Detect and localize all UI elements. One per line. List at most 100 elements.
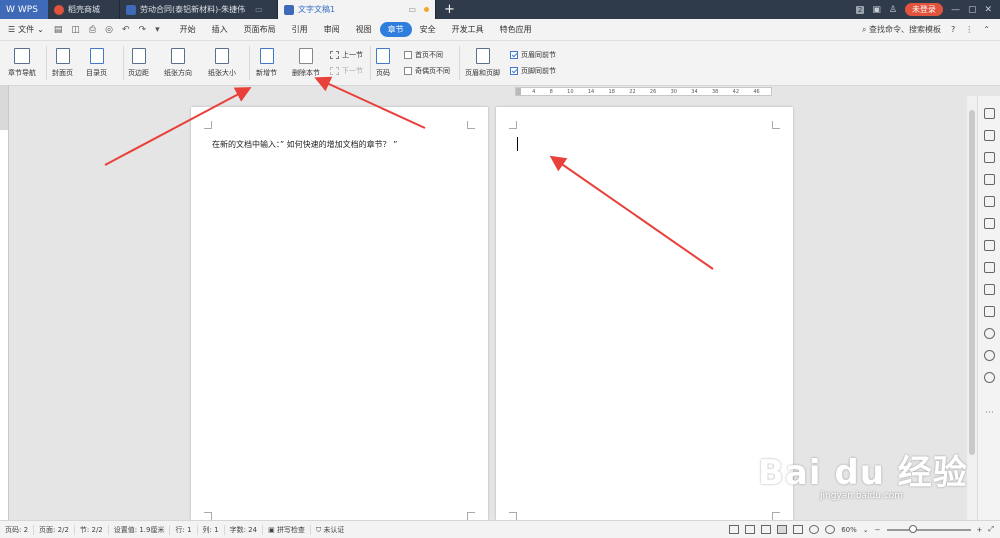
scrollbar-thumb[interactable] xyxy=(969,110,975,455)
zoom-slider[interactable] xyxy=(886,524,971,533)
help-icon[interactable] xyxy=(984,372,995,383)
tab-developer[interactable]: 开发工具 xyxy=(444,22,492,37)
fullscreen-icon[interactable] xyxy=(729,525,740,534)
tab-home[interactable]: 开始 xyxy=(172,22,204,37)
status-col[interactable]: 列: 1 xyxy=(198,524,225,535)
login-button[interactable]: 未登录 xyxy=(904,3,943,16)
odd-even-different-checkbox[interactable]: 奇偶页不同 xyxy=(404,66,450,76)
skin-icon[interactable]: ▣ xyxy=(872,5,881,15)
wps-logo[interactable]: W WPS xyxy=(0,0,48,19)
footer-same-as-previous-checkbox[interactable]: 页脚同前节 xyxy=(510,66,556,76)
page-margin-button[interactable]: 页边距 xyxy=(128,48,149,78)
header-same-as-previous-checkbox[interactable]: 页眉同前节 xyxy=(510,50,556,60)
close-icon[interactable]: ✕ xyxy=(984,5,992,15)
history-icon[interactable] xyxy=(984,350,995,361)
tab-references[interactable]: 引用 xyxy=(284,22,316,37)
first-page-different-checkbox[interactable]: 首页不同 xyxy=(404,50,443,60)
document-text[interactable]: 在新的文档中输入：” 如何快速的增加文档的章节？ ” xyxy=(212,139,397,150)
new-section-button[interactable]: 新增节 xyxy=(256,48,277,78)
maximize-icon[interactable]: ▢ xyxy=(968,5,977,15)
doc-search-icon[interactable] xyxy=(984,196,995,207)
page-1[interactable]: 在新的文档中输入：” 如何快速的增加文档的章节？ ” xyxy=(191,107,488,520)
more-icon[interactable]: ⋮ xyxy=(965,25,973,34)
ribbon-divider xyxy=(46,46,47,80)
reading-mode-icon[interactable] xyxy=(745,525,756,534)
shirt-icon[interactable]: ♙ xyxy=(889,5,897,15)
web-view-icon[interactable] xyxy=(809,525,820,534)
customize-icon[interactable]: ▾ xyxy=(155,25,160,35)
page-view-icon[interactable] xyxy=(777,525,788,534)
minimize-icon[interactable]: — xyxy=(951,5,960,15)
eye-protection-icon[interactable] xyxy=(825,525,836,534)
new-tab-button[interactable]: + xyxy=(436,0,463,19)
monitor-icon[interactable]: ▭ xyxy=(408,5,416,14)
star-icon[interactable] xyxy=(984,218,995,229)
vertical-ruler[interactable] xyxy=(0,130,9,520)
next-section-button[interactable]: 下一节 xyxy=(330,66,363,76)
spell-check-button[interactable]: ▣ 拼写检查 xyxy=(263,524,311,535)
help-button[interactable]: ? xyxy=(951,25,955,34)
paper-size-button[interactable]: 纸张大小 xyxy=(208,48,236,78)
zoom-level[interactable]: 60% xyxy=(841,526,857,534)
status-page[interactable]: 页码: 2 xyxy=(0,524,35,535)
save-icon[interactable]: ▤ xyxy=(54,25,63,35)
tab-view[interactable]: 视图 xyxy=(348,22,380,37)
delete-section-button[interactable]: 删除本节 xyxy=(292,48,320,78)
share-icon[interactable] xyxy=(984,240,995,251)
page-2[interactable] xyxy=(496,107,793,520)
more-icon[interactable]: ⋯ xyxy=(985,408,994,418)
command-search[interactable]: ⌕ 查找命令、搜索模板 xyxy=(862,24,941,35)
write-mode-icon[interactable] xyxy=(761,525,772,534)
status-setting[interactable]: 设置值: 1.9厘米 xyxy=(109,524,171,535)
status-pages[interactable]: 页面: 2/2 xyxy=(34,524,75,535)
tab-special[interactable]: 特色应用 xyxy=(492,22,540,37)
translate-icon[interactable] xyxy=(984,262,995,273)
status-row[interactable]: 行: 1 xyxy=(170,524,198,535)
tab-document-1[interactable]: 文字文稿1 ▭ xyxy=(278,0,436,19)
window-icon[interactable] xyxy=(984,284,995,295)
export-pdf-icon[interactable]: ◫ xyxy=(71,25,80,35)
vertical-scrollbar[interactable] xyxy=(967,96,977,520)
fit-page-icon[interactable]: ⤢ xyxy=(988,525,994,534)
tab-insert[interactable]: 插入 xyxy=(204,22,236,37)
outline-view-icon[interactable] xyxy=(793,525,804,534)
status-word-count[interactable]: 字数: 24 xyxy=(225,524,264,535)
prev-section-button[interactable]: 上一节 xyxy=(330,50,363,60)
shapes-icon[interactable] xyxy=(984,152,995,163)
zoom-in-button[interactable]: + xyxy=(977,526,983,534)
page-number-button[interactable]: 页码 xyxy=(376,48,390,78)
file-menu-button[interactable]: ☰ 文件 ⌄ xyxy=(0,24,50,35)
print-preview-icon[interactable]: ◎ xyxy=(105,25,113,35)
certification-status[interactable]: ⛉ 未认证 xyxy=(311,525,349,535)
zoom-slider-knob[interactable] xyxy=(908,524,917,533)
cursor-icon[interactable] xyxy=(984,130,995,141)
print-icon[interactable]: ⎙ xyxy=(89,25,96,35)
undo-icon[interactable]: ↶ xyxy=(122,25,130,35)
window-count-badge[interactable]: 2 xyxy=(855,5,865,14)
tab-docer-store[interactable]: 稻壳商城 xyxy=(48,0,120,19)
tab-labor-contract[interactable]: 劳动合同(泰铝新材料)-朱捷伟 ▭ xyxy=(120,0,278,19)
delete-section-icon xyxy=(299,48,313,64)
paper-orientation-button[interactable]: 纸张方向 xyxy=(164,48,192,78)
cover-page-button[interactable]: 封面页 xyxy=(52,48,73,78)
collapse-ribbon-icon[interactable]: ⌃ xyxy=(983,25,990,34)
redo-icon[interactable]: ↷ xyxy=(139,25,147,35)
status-section[interactable]: 节: 2/2 xyxy=(75,524,109,535)
titlebar-controls: 2 ▣ ♙ 未登录 — ▢ ✕ xyxy=(855,0,1000,19)
header-footer-button[interactable]: 页眉和页脚 xyxy=(465,48,500,78)
paper-size-icon xyxy=(215,48,229,64)
image-icon[interactable] xyxy=(984,306,995,317)
sliders-icon[interactable] xyxy=(984,174,995,185)
chevron-down-icon[interactable]: ⌄ xyxy=(863,526,869,534)
zoom-out-button[interactable]: − xyxy=(875,526,881,534)
section-nav-button[interactable]: 章节导航 xyxy=(8,48,36,78)
download-icon[interactable] xyxy=(984,328,995,339)
tab-section[interactable]: 章节 xyxy=(379,22,412,37)
monitor-icon[interactable]: ▭ xyxy=(255,5,263,14)
tab-review[interactable]: 审阅 xyxy=(316,22,348,37)
tab-page-layout[interactable]: 页面布局 xyxy=(236,22,284,37)
horizontal-ruler[interactable]: 4 8 10 14 18 22 26 30 34 38 42 46 xyxy=(515,87,772,96)
pen-icon[interactable] xyxy=(984,108,995,119)
tab-security[interactable]: 安全 xyxy=(412,22,444,37)
toc-page-button[interactable]: 目录页 xyxy=(86,48,107,78)
